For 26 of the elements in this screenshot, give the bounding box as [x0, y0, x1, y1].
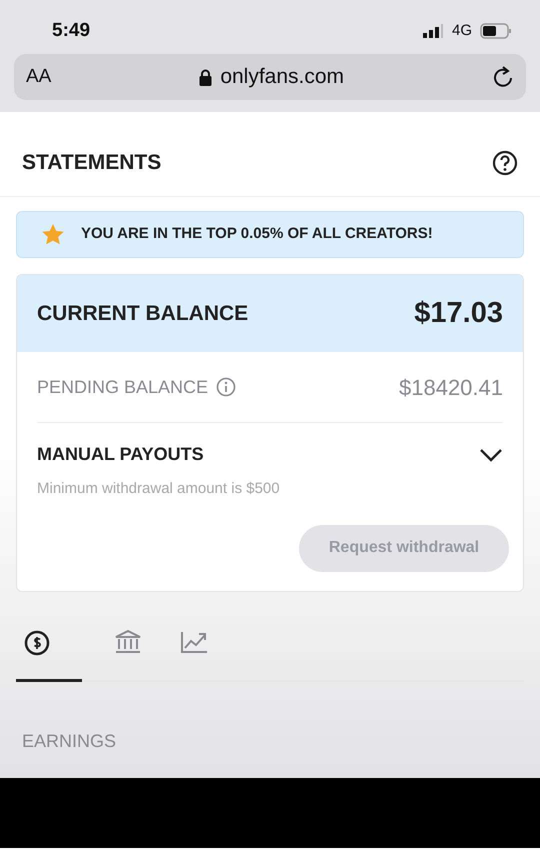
battery-icon [480, 23, 512, 39]
trend-chart-icon [180, 630, 208, 654]
pending-balance-label: PENDING BALANCE [37, 376, 208, 398]
dollar-icon [24, 630, 50, 656]
reload-icon[interactable] [492, 65, 514, 89]
address-bar[interactable]: AA onlyfans.com [14, 54, 526, 100]
banner-text: YOU ARE IN THE TOP 0.05% OF ALL CREATORS! [81, 224, 433, 244]
signal-icon [422, 24, 444, 38]
info-icon[interactable] [216, 377, 236, 397]
current-balance-amount: $17.03 [414, 296, 503, 331]
page-title: STATEMENTS [22, 150, 162, 176]
text-size-button[interactable]: AA [26, 62, 52, 92]
tab[interactable] [16, 630, 82, 682]
url-text: onlyfans.com [220, 64, 344, 90]
status-time: 5:49 [52, 18, 90, 43]
network-label: 4G [452, 20, 472, 41]
star-icon [41, 222, 65, 246]
current-balance-label: CURRENT BALANCE [37, 300, 248, 327]
withdrawal-note: Minimum withdrawal amount is $500 [36, 479, 281, 499]
pending-balance-amount: $18420.41 [399, 374, 503, 402]
lock-icon [199, 68, 212, 86]
chevron-icon[interactable] [479, 448, 503, 462]
manual-payouts-title: MANUAL PAYOUTS [37, 443, 204, 466]
help-icon[interactable] [492, 150, 518, 176]
bank-icon [114, 630, 142, 654]
section-title: EARNINGS [21, 730, 118, 753]
